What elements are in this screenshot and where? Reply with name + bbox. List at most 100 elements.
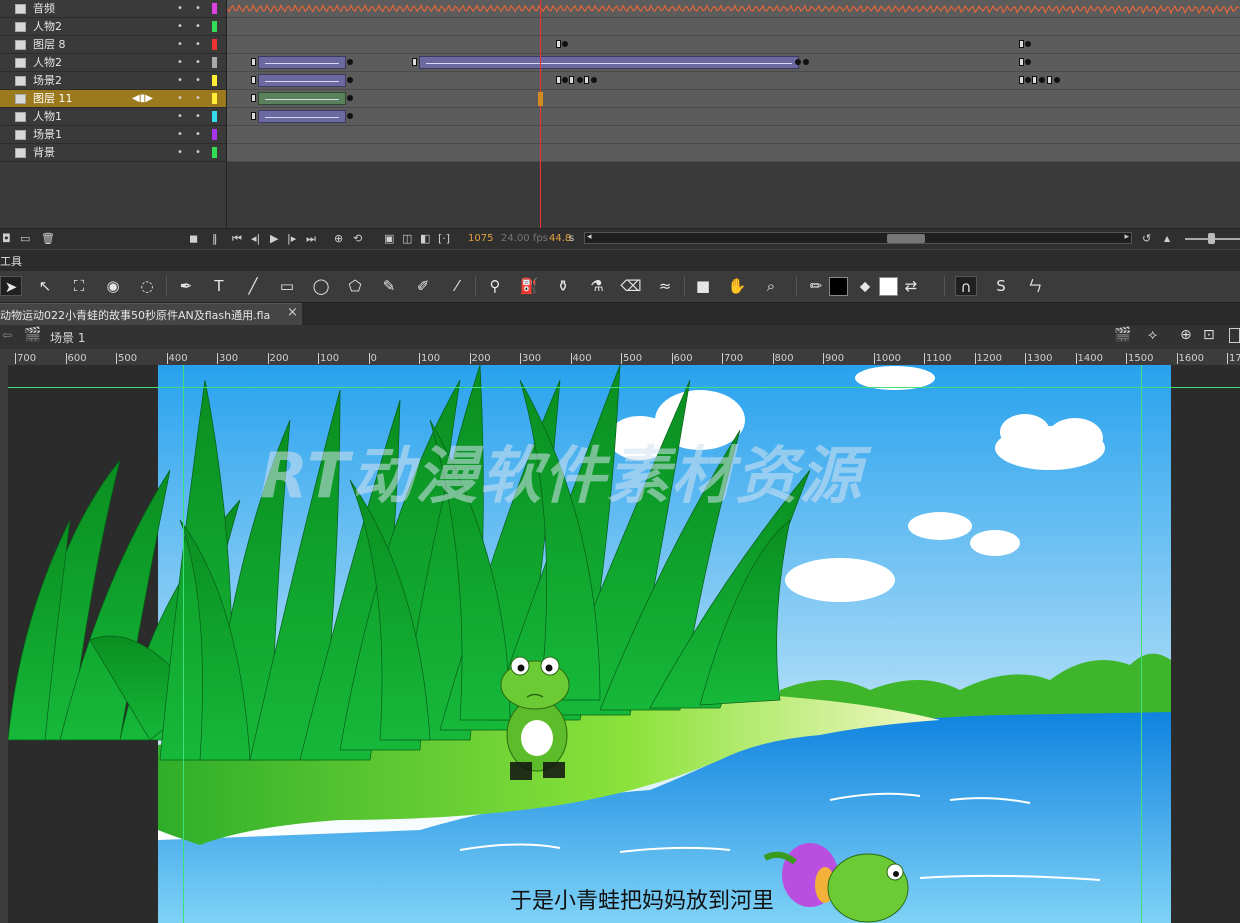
playhead[interactable]: [540, 0, 541, 228]
document-tab-title[interactable]: 动物运动022小青蛙的故事50秒原件AN及flash通用.fla: [0, 307, 270, 323]
edit-multiple-frames-icon[interactable]: ◧: [420, 232, 430, 245]
lock-toggle-icon[interactable]: •: [195, 111, 201, 123]
keyframe[interactable]: [591, 77, 597, 83]
visibility-toggle-icon[interactable]: •: [177, 39, 183, 51]
horizontal-guide[interactable]: [8, 387, 1240, 388]
zoom-out-icon[interactable]: ▲: [1164, 232, 1170, 245]
visibility-toggle-icon[interactable]: •: [177, 93, 183, 105]
pencil-tool-icon[interactable]: ✎: [378, 276, 400, 296]
free-transform-tool-icon[interactable]: ⛶: [68, 276, 90, 296]
frame-row[interactable]: [227, 72, 1240, 90]
layer-nav-icon[interactable]: ◀▮▶: [132, 91, 153, 107]
scene-name[interactable]: 场景 1: [50, 329, 85, 346]
layer-color-chip[interactable]: [212, 129, 217, 140]
keyframe[interactable]: [562, 41, 568, 47]
visibility-toggle-icon[interactable]: •: [177, 3, 183, 15]
layer-name[interactable]: 人物2: [33, 19, 62, 35]
layer-color-chip[interactable]: [212, 57, 217, 68]
blank-keyframe[interactable]: [251, 112, 256, 120]
frame-row[interactable]: [227, 90, 1240, 108]
edit-symbol-icon[interactable]: ⟡: [1148, 327, 1157, 343]
width-tool-icon[interactable]: ≈: [654, 276, 676, 296]
keyframe[interactable]: [1039, 77, 1045, 83]
selection-tool-icon[interactable]: ➤: [0, 276, 22, 296]
frame-row[interactable]: [227, 54, 1240, 72]
lock-toggle-icon[interactable]: •: [195, 21, 201, 33]
lock-toggle-icon[interactable]: •: [195, 3, 201, 15]
undo-icon[interactable]: ↺: [1142, 232, 1151, 245]
first-frame-icon[interactable]: ⏮: [232, 232, 242, 245]
pen-tool-icon[interactable]: ✒: [175, 276, 197, 296]
blank-keyframe[interactable]: [556, 40, 561, 48]
paint-brush-tool-icon[interactable]: ✐: [412, 276, 434, 296]
subtitle-text[interactable]: 于是小青蛙把妈妈放到河里: [510, 883, 774, 915]
scroll-right-icon[interactable]: ▸: [1124, 232, 1129, 242]
lock-toggle-icon[interactable]: •: [195, 147, 201, 159]
loop-icon[interactable]: ⟲: [353, 232, 362, 245]
hand-tool-icon[interactable]: ✋: [726, 276, 748, 296]
frame-row[interactable]: [227, 144, 1240, 162]
subselection-tool-icon[interactable]: ↖: [34, 276, 56, 296]
playhead-frame-marker[interactable]: [538, 92, 543, 106]
fill-color-swatch[interactable]: [879, 277, 898, 296]
keyframe[interactable]: [347, 95, 353, 101]
timeline-scrollbar[interactable]: ◂ ▸: [584, 232, 1132, 244]
layer-name[interactable]: 场景1: [33, 127, 62, 143]
new-layer-icon[interactable]: ◘: [2, 232, 11, 245]
lock-toggle-icon[interactable]: •: [195, 75, 201, 87]
layer-name[interactable]: 图层 11: [33, 91, 73, 107]
bone-tool-icon[interactable]: ⚲: [484, 276, 506, 296]
straighten-tool-icon[interactable]: ㄣ: [1024, 276, 1046, 296]
camera-toggle-icon[interactable]: ◼: [189, 232, 198, 245]
play-icon[interactable]: ▶: [270, 232, 278, 245]
modify-markers-icon[interactable]: [·]: [438, 232, 450, 245]
keyframe[interactable]: [562, 77, 568, 83]
visibility-toggle-icon[interactable]: •: [177, 57, 183, 69]
scroll-left-icon[interactable]: ◂: [587, 232, 592, 242]
layer-row[interactable]: 背景 • •: [0, 144, 226, 162]
zoom-field[interactable]: [1229, 328, 1240, 343]
stroke-color-swatch[interactable]: [829, 277, 848, 296]
zoom-tool-icon[interactable]: ⌕: [760, 276, 782, 296]
current-frame[interactable]: 1075: [468, 232, 493, 245]
vertical-guide-right[interactable]: [1141, 365, 1142, 923]
keyframe[interactable]: [347, 59, 353, 65]
blank-keyframe[interactable]: [251, 94, 256, 102]
motion-tween-span[interactable]: [258, 74, 346, 87]
lasso-tool-icon[interactable]: ◌: [136, 276, 158, 296]
layer-color-chip[interactable]: [212, 75, 217, 86]
visibility-toggle-icon[interactable]: •: [177, 111, 183, 123]
center-stage-icon[interactable]: ⊕: [1180, 327, 1192, 343]
last-frame-icon[interactable]: ⏭: [306, 232, 316, 245]
visibility-toggle-icon[interactable]: •: [177, 21, 183, 33]
keyframe[interactable]: [347, 113, 353, 119]
keyframe[interactable]: [1025, 41, 1031, 47]
frames-grid[interactable]: [227, 0, 1240, 228]
layer-row[interactable]: 图层 8 • •: [0, 36, 226, 54]
snap-to-objects-tool-icon[interactable]: ∩: [955, 276, 977, 296]
close-icon[interactable]: ×: [287, 305, 298, 320]
visibility-toggle-icon[interactable]: •: [177, 75, 183, 87]
visibility-toggle-icon[interactable]: •: [177, 147, 183, 159]
timeline-scroll-thumb[interactable]: [887, 234, 925, 243]
layer-name[interactable]: 场景2: [33, 73, 62, 89]
layer-name[interactable]: 人物1: [33, 109, 62, 125]
layer-color-chip[interactable]: [212, 93, 217, 104]
keyframe[interactable]: [803, 59, 809, 65]
blank-keyframe[interactable]: [1019, 40, 1024, 48]
layer-name[interactable]: 图层 8: [33, 37, 66, 53]
clip-to-stage-icon[interactable]: ⊡: [1203, 327, 1215, 343]
onion-skin-icon[interactable]: ▣: [384, 232, 394, 245]
keyframe[interactable]: [347, 77, 353, 83]
lock-toggle-icon[interactable]: •: [195, 57, 201, 69]
frame-rate[interactable]: 24.00 fps: [501, 232, 548, 245]
motion-tween-span[interactable]: [419, 56, 799, 69]
document-tab[interactable]: 动物运动022小青蛙的故事50秒原件AN及flash通用.fla ×: [0, 303, 302, 325]
layer-row[interactable]: 场景1 • •: [0, 126, 226, 144]
frame-row[interactable]: [227, 36, 1240, 54]
frame-row[interactable]: [227, 18, 1240, 36]
layer-name[interactable]: 背景: [33, 145, 55, 161]
eraser-tool-icon[interactable]: ⌫: [620, 276, 642, 296]
motion-tween-span[interactable]: [258, 92, 346, 105]
text-tool-icon[interactable]: T: [208, 276, 230, 296]
